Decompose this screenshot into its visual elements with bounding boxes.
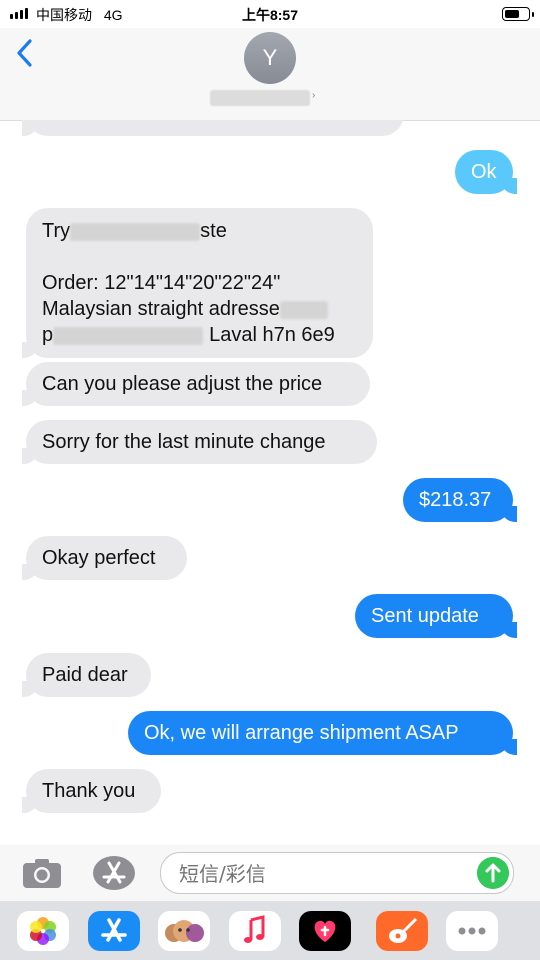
message-line: Malaysian straight adresse <box>42 296 357 322</box>
message-line: p Laval h7n 6e9 <box>42 322 357 348</box>
compose-bar <box>0 845 540 901</box>
app-store-icon[interactable] <box>88 911 140 951</box>
message-bubble-outgoing[interactable]: Ok <box>455 150 517 194</box>
message-bubble-incoming[interactable]: Try ste Order: 12"14"14"20"22"24" Malaysi… <box>22 208 373 358</box>
music-icon[interactable] <box>229 911 281 951</box>
chevron-right-icon[interactable]: › <box>312 90 315 101</box>
message-text: ste <box>200 220 227 242</box>
message-text: Malaysian straight adresse <box>42 298 280 320</box>
message-text: Ok, we will arrange shipment ASAP <box>144 722 459 744</box>
memoji-icon[interactable] <box>158 911 210 951</box>
message-text: Ok <box>471 161 497 183</box>
message-bubble-outgoing[interactable]: Sent update <box>355 594 517 638</box>
message-text: Try <box>42 220 71 242</box>
message-text: Okay perfect <box>42 547 156 569</box>
app-store-icon[interactable] <box>92 855 136 891</box>
garageband-icon[interactable] <box>376 911 428 951</box>
message-line: Try ste <box>42 218 357 244</box>
message-line <box>42 244 357 270</box>
message-bubble-incoming[interactable]: Sorry for the last minute change <box>22 420 377 464</box>
message-text: Paid dear <box>42 664 128 686</box>
message-bubble-incoming[interactable]: Can you please adjust the price <box>22 362 370 406</box>
digital-touch-icon[interactable] <box>299 911 351 951</box>
message-text: Sent update <box>371 605 479 627</box>
redaction-block <box>70 222 201 241</box>
contact-name-redacted[interactable] <box>210 90 310 106</box>
camera-icon[interactable] <box>22 857 62 889</box>
conversation-header: Y › <box>0 28 540 121</box>
send-arrow-icon[interactable] <box>477 857 509 889</box>
chevron-left-icon[interactable] <box>14 38 38 68</box>
message-bubble-incoming[interactable]: Okay perfect <box>22 536 187 580</box>
message-text: Can you please adjust the price <box>42 373 323 395</box>
message-bubble-partial <box>22 120 404 136</box>
battery-icon <box>502 7 534 21</box>
message-text: p <box>42 324 54 346</box>
message-bubble-outgoing[interactable]: Ok, we will arrange shipment ASAP <box>128 711 517 755</box>
app-drawer <box>0 901 540 960</box>
photos-icon[interactable] <box>17 911 69 951</box>
message-input[interactable] <box>177 861 461 887</box>
redaction-block <box>53 326 204 345</box>
message-bubble-incoming[interactable]: Thank you <box>22 769 161 813</box>
message-input-field[interactable] <box>160 852 514 894</box>
message-bubble-incoming[interactable]: Paid dear <box>22 653 151 697</box>
message-bubble-outgoing[interactable]: $218.37 <box>403 478 517 522</box>
contact-avatar[interactable]: Y <box>244 32 296 84</box>
more-icon[interactable] <box>446 911 498 951</box>
redaction-block <box>279 300 328 319</box>
message-text: Sorry for the last minute change <box>42 431 326 453</box>
status-bar: 中国移动 4G 上午8:57 <box>0 0 540 28</box>
message-text: Thank you <box>42 780 136 802</box>
status-time: 上午8:57 <box>241 7 299 23</box>
message-text: Laval h7n 6e9 <box>209 324 335 346</box>
message-text: $218.37 <box>419 489 492 511</box>
message-line: Order: 12"14"14"20"22"24" <box>42 272 281 294</box>
message-list[interactable]: Ok Try ste Order: 12"14"14"20"22"24" Mala… <box>0 120 540 845</box>
